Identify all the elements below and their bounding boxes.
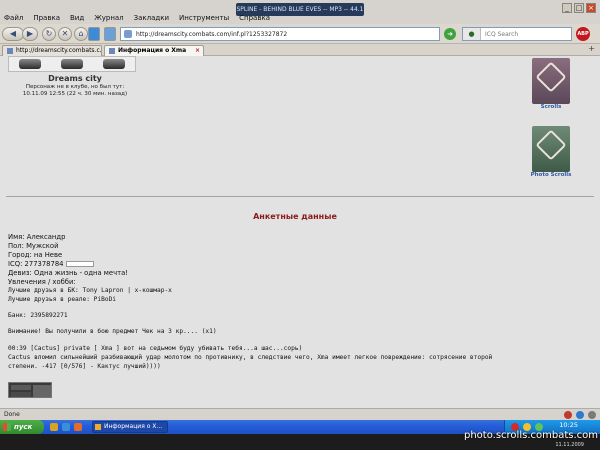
site-favicon-icon <box>124 30 132 38</box>
stop-button[interactable]: ✕ <box>58 27 72 41</box>
item-slot-icon[interactable] <box>103 59 125 69</box>
windows-logo-icon <box>3 423 11 431</box>
address-bar[interactable]: http://dreamscity.combats.com/inf.pl?125… <box>120 27 440 41</box>
hit-counter-icon[interactable] <box>8 382 52 398</box>
quicklaunch-icon[interactable] <box>62 423 70 431</box>
reload-icon: ↻ <box>45 29 53 38</box>
item-slot-icon[interactable] <box>19 59 41 69</box>
tab-label: Информация о Xma <box>118 47 187 54</box>
profile-motto: Девиз: Одна жизнь - одна мечта! <box>8 269 128 277</box>
tab-favicon-icon <box>7 48 13 54</box>
profile-friends-real: Лучшие друзья в реале: PiBoDi <box>8 296 117 303</box>
tab-favicon-icon <box>109 48 115 54</box>
profile-friends-bk: Лучшие друзья в БК: Tony Lapron | х-кошм… <box>8 287 172 294</box>
statusbar-icons <box>564 411 596 419</box>
status-time: 10.11.09 12:55 (22 ч. 30 мин. назад) <box>22 91 128 97</box>
taskbar-window-item[interactable]: Информация о Х... <box>92 421 168 433</box>
start-button[interactable]: пуск <box>0 420 44 434</box>
start-label: пуск <box>14 423 33 431</box>
scrolls-link[interactable]: Scrolls <box>521 104 581 110</box>
item-received-notice: Внимание! Вы получили в бою предмет Чек … <box>8 328 217 335</box>
back-button[interactable]: ◀ <box>2 27 24 41</box>
profile-title: Анкетные данные <box>253 212 337 221</box>
search-engine-icon[interactable]: ● <box>463 28 481 40</box>
page-content: Dreams city Персонаж не в клубе, но был … <box>0 56 600 408</box>
new-tab-icon[interactable]: + <box>588 44 595 53</box>
profile-bank: Банк: 2395892271 <box>8 312 68 319</box>
speaker-icon[interactable] <box>588 411 596 419</box>
profile-gender: Пол: Мужской <box>8 242 59 250</box>
network-icon[interactable] <box>576 411 584 419</box>
reload-button[interactable]: ↻ <box>42 27 56 41</box>
item-slot-icon[interactable] <box>61 59 83 69</box>
address-bar-url: http://dreamscity.combats.com/inf.pl?125… <box>136 30 288 38</box>
status-text: Done <box>4 411 20 418</box>
tab-close-icon[interactable]: × <box>195 46 200 56</box>
profile-hobbies: Увлечения / хобби: <box>8 278 76 286</box>
clock: 10:25 <box>559 421 578 429</box>
home-button[interactable]: ⌂ <box>74 27 88 41</box>
opera-icon[interactable] <box>564 411 572 419</box>
icq-status-box <box>66 261 95 267</box>
go-arrow-icon: ➜ <box>447 30 453 38</box>
navigation-toolbar: ◀ ▶ ↻ ✕ ⌂ http://dreamscity.combats.com/… <box>0 24 600 44</box>
quicklaunch-icon[interactable] <box>50 423 58 431</box>
chat-log-line: 00:39 [Cactus] private [ Xma ] вот на се… <box>8 345 303 352</box>
adblock-icon[interactable]: ABP <box>576 27 590 41</box>
forward-button[interactable]: ▶ <box>22 27 38 41</box>
profile-name: Имя: Александр <box>8 233 66 241</box>
chat-log-line: степени. -417 [0/576] - Кактус лучший)))… <box>8 363 161 370</box>
photo-scrolls-link[interactable]: Photo Scrolls <box>521 172 581 178</box>
character-status: Персонаж не в клубе, но был тут: 10.11.0… <box>0 84 150 98</box>
search-box[interactable]: ● ICQ Search <box>462 27 572 41</box>
quicklaunch-icon[interactable] <box>74 423 82 431</box>
scrolls-banner-icon[interactable] <box>532 58 570 104</box>
back-arrow-icon: ◀ <box>9 29 17 38</box>
status-line: Персонаж не в клубе, но был тут: <box>25 84 125 90</box>
character-items-strip <box>8 56 136 72</box>
status-bar: Done <box>0 408 600 420</box>
stop-icon: ✕ <box>61 29 69 38</box>
go-button[interactable]: ➜ <box>444 28 456 40</box>
tab-label: http://dreamscity.combats.c... <box>16 47 102 54</box>
watermark-date: 11.11.2009 <box>555 442 584 448</box>
profile-icq-text: ICQ: 277378784 <box>8 260 64 268</box>
divider <box>6 196 594 197</box>
character-city: Dreams city <box>48 74 102 83</box>
tab-info-xma[interactable]: Информация о Xma × <box>104 45 204 56</box>
profile-icq: ICQ: 277378784 <box>8 260 95 268</box>
home-icon: ⌂ <box>78 29 84 38</box>
tab-bar: http://dreamscity.combats.c... Информаци… <box>0 44 600 56</box>
profile-city: Город: на Неве <box>8 251 63 259</box>
photo-scrolls-banner-icon[interactable] <box>532 126 570 172</box>
tab-dreamscity[interactable]: http://dreamscity.combats.c... <box>2 45 102 56</box>
taskbar-window-label: Информация о Х... <box>104 423 163 430</box>
firefox-icon <box>95 424 101 430</box>
extension-icon[interactable] <box>104 27 116 41</box>
chat-log-line: Cactus вломил сильнейший разбивающий уда… <box>8 354 493 361</box>
extension-icon[interactable] <box>88 27 100 41</box>
search-placeholder: ICQ Search <box>485 30 519 38</box>
forward-arrow-icon: ▶ <box>26 29 34 38</box>
